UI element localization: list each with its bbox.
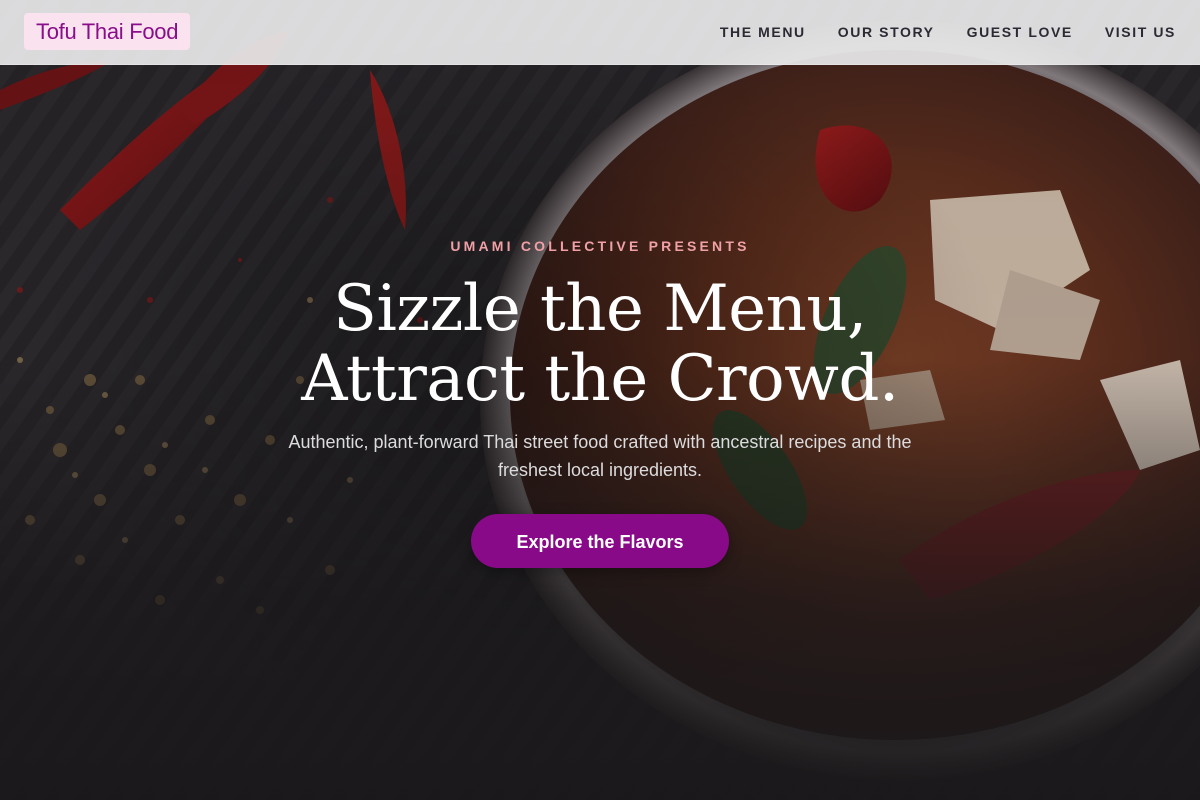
brand-logo[interactable]: Tofu Thai Food [24, 13, 191, 50]
main-nav: THE MENU OUR STORY GUEST LOVE VISIT US [720, 0, 1176, 64]
nav-link-guest-love[interactable]: GUEST LOVE [967, 24, 1073, 40]
top-navbar: Tofu Thai Food THE MENU OUR STORY GUEST … [0, 0, 1200, 65]
hero-eyebrow: UMAMI COLLECTIVE PRESENTS [450, 238, 750, 254]
hero-headline-line-2: Attract the Crowd. [301, 342, 899, 416]
hero-section: UMAMI COLLECTIVE PRESENTS Sizzle the Men… [0, 236, 1200, 568]
nav-link-menu[interactable]: THE MENU [720, 24, 806, 40]
nav-link-visit-us[interactable]: VISIT US [1105, 24, 1176, 40]
explore-flavors-button[interactable]: Explore the Flavors [471, 514, 729, 568]
nav-link-our-story[interactable]: OUR STORY [838, 24, 935, 40]
hero-headline: Sizzle the Menu, Attract the Crowd. [0, 274, 1200, 414]
hero-headline-line-1: Sizzle the Menu, [333, 272, 867, 346]
landing-page: Tofu Thai Food THE MENU OUR STORY GUEST … [0, 0, 1200, 800]
hero-subtext: Authentic, plant-forward Thai street foo… [288, 432, 912, 480]
